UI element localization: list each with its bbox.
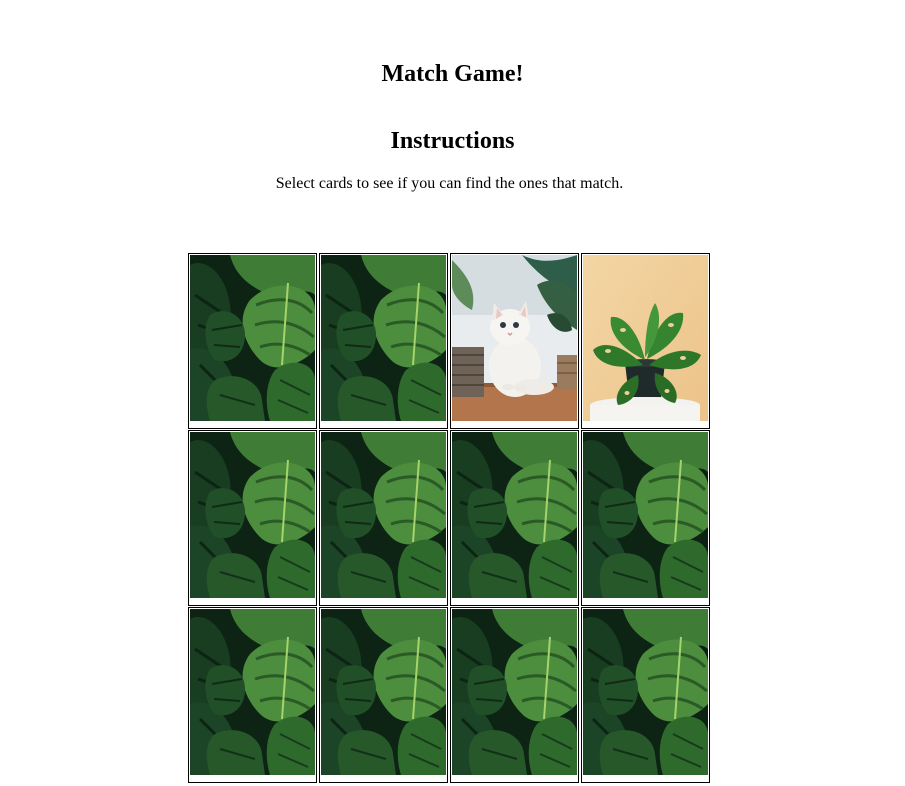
card-4-face-up[interactable]	[581, 253, 710, 429]
monstera-leaves-card-back-image	[190, 609, 315, 775]
card-5-face-down[interactable]	[188, 430, 317, 606]
instructions-text: Select cards to see if you can find the …	[275, 175, 624, 192]
monstera-leaves-card-back-image	[321, 432, 446, 598]
monstera-leaves-card-back-image	[583, 609, 708, 775]
card-7-face-down[interactable]	[450, 430, 579, 606]
card-8-face-down[interactable]	[581, 430, 710, 606]
monstera-leaves-card-back-image	[583, 432, 708, 598]
card-1-face-down[interactable]	[188, 253, 317, 429]
monstera-leaves-card-back-image	[452, 432, 577, 598]
white-kitten-with-plants-image	[452, 255, 577, 421]
monstera-leaves-card-back-image	[452, 609, 577, 775]
potted-monstera-plant-image	[583, 255, 708, 421]
card-2-face-down[interactable]	[319, 253, 448, 429]
monstera-leaves-card-back-image	[321, 609, 446, 775]
monstera-leaves-card-back-image	[321, 255, 446, 421]
card-10-face-down[interactable]	[319, 607, 448, 783]
monstera-leaves-card-back-image	[190, 432, 315, 598]
page-title: Match Game!	[381, 61, 524, 87]
card-3-face-up[interactable]	[450, 253, 579, 429]
card-9-face-down[interactable]	[188, 607, 317, 783]
monstera-leaves-card-back-image	[190, 255, 315, 421]
card-12-face-down[interactable]	[581, 607, 710, 783]
instructions-heading: Instructions	[390, 128, 515, 154]
card-11-face-down[interactable]	[450, 607, 579, 783]
card-6-face-down[interactable]	[319, 430, 448, 606]
